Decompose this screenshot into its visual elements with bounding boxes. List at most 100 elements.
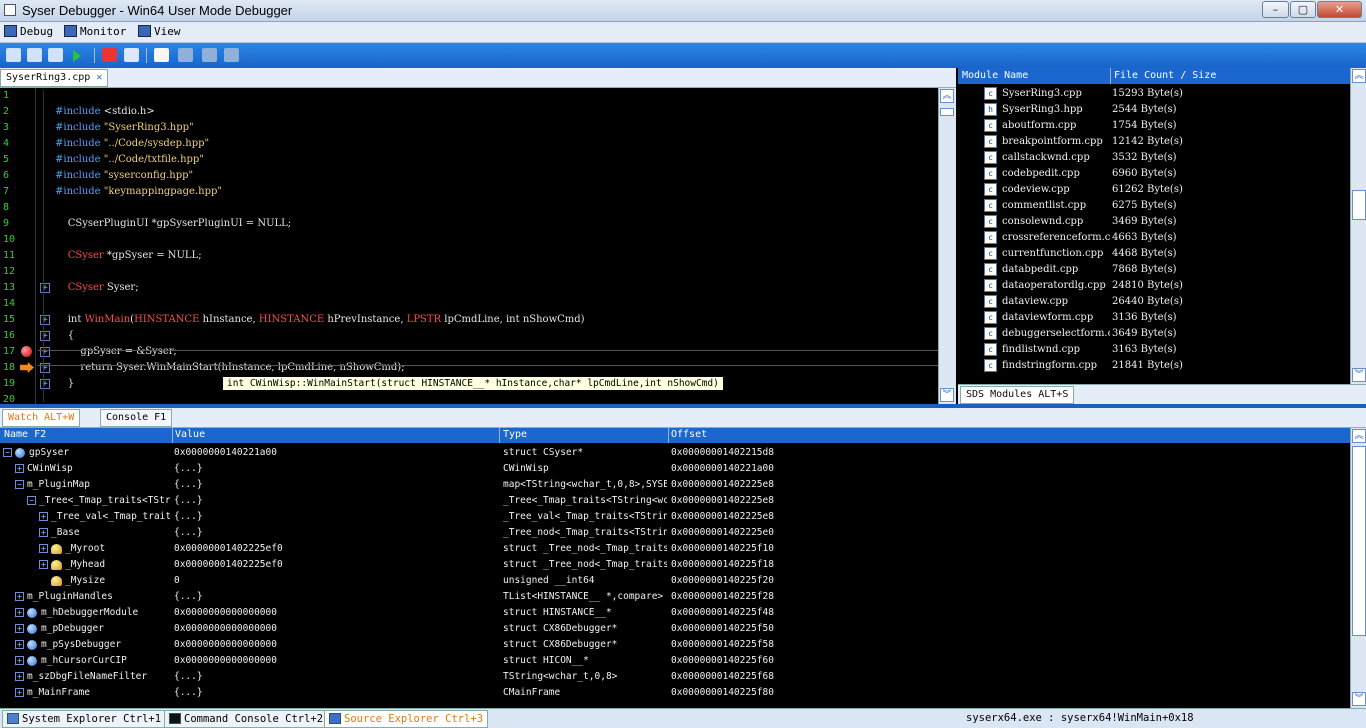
watch-row[interactable]: + m_hDebuggerModule 0x0000000000000000 stru… [0,605,1350,621]
watch-row[interactable]: + m_PluginHandles {...} TList<HINSTANCE__ *… [0,589,1350,605]
watch-row[interactable]: + CWinWisp {...} CWinWisp 0x0000000140221a00 [0,461,1350,477]
scroll-up-icon[interactable]: ︽ [1352,429,1366,443]
module-item-name[interactable]: dataoperatordlg.cpp [1002,278,1110,294]
expand-icon[interactable]: + [15,624,24,633]
source-editor[interactable]: 1 2 3 4 5 6 7 8 9 10 11 12 13 14 15 16 17 18 19 20 #include… [0,88,956,405]
menu-view[interactable]: View [138,25,181,38]
module-item-name[interactable]: currentfunction.cpp [1002,246,1110,262]
collapse-icon[interactable]: − [15,480,24,489]
watch-row[interactable]: + _Myhead 0x00000001402225ef0 struct _Tree_… [0,557,1350,573]
close-file-icon[interactable] [224,48,239,62]
watch-row[interactable]: + _Myroot 0x00000001402225ef0 struct _Tree_… [0,541,1350,557]
watch-row[interactable]: _Mysize 0 unsigned __int64 0x0000000140225f… [0,573,1350,589]
tab-syserring3-cpp[interactable]: SyserRing3.cpp ✕ [0,69,109,87]
expand-icon[interactable]: + [15,672,24,681]
scroll-down-icon[interactable]: ︾ [1352,692,1366,706]
fold-toggle-icon[interactable]: + [40,331,50,341]
expand-icon[interactable]: + [15,688,24,697]
watch-row[interactable]: −_Tree<_Tmap_traits<TString<wchar_t,0,8>… [0,493,1350,509]
module-item-name[interactable]: SyserRing3.hpp [1002,102,1110,118]
collapse-icon[interactable]: − [27,496,36,505]
tab-console[interactable]: Console F1 [100,409,173,427]
watch-row[interactable]: +_Tree_val<_Tmap_traits<TString>>{...}_T… [0,509,1350,525]
module-item-name[interactable]: codeview.cpp [1002,182,1110,198]
column-file-size[interactable]: File Count / Size [1114,70,1216,81]
watch-row[interactable]: + m_MainFrame {...} CMainFrame 0x00000001402… [0,685,1350,701]
column-type[interactable]: Type [503,429,527,440]
scroll-down-icon[interactable]: ︾ [940,388,954,402]
scroll-up-icon[interactable]: ︽ [940,89,954,103]
column-offset[interactable]: Offset [671,429,707,440]
scroll-thumb[interactable] [1352,446,1366,636]
module-item-name[interactable]: codebpedit.cpp [1002,166,1110,182]
module-item-name[interactable]: databpedit.cpp [1002,262,1110,278]
back-icon[interactable] [178,48,193,62]
module-item-name[interactable]: debuggerselectform.cpp [1002,326,1110,342]
expand-icon[interactable]: + [15,640,24,649]
close-tab-icon[interactable]: ✕ [96,72,102,83]
module-item-name[interactable]: aboutform.cpp [1002,118,1110,134]
scroll-thumb[interactable] [940,108,954,116]
step-over-icon[interactable] [27,48,42,62]
watch-row[interactable]: + m_szDbgFileNameFilter {...} TString<wchar… [0,669,1350,685]
expand-icon[interactable]: + [39,512,48,521]
column-module-name[interactable]: Module Name [962,70,1028,81]
module-item-name[interactable]: dataview.cpp [1002,294,1110,310]
column-value[interactable]: Value [175,429,205,440]
stop-icon[interactable] [102,48,117,62]
breakpoint-icon[interactable] [21,346,32,357]
watch-row[interactable]: + m_pDebugger 0x0000000000000000 struct CX8… [0,621,1350,637]
close-button[interactable]: ✕ [1317,1,1362,18]
module-item-name[interactable]: crossreferenceform.cpp [1002,230,1110,246]
menu-debug[interactable]: Debug [4,25,53,38]
column-name[interactable]: Name F2 [4,429,46,440]
watch-scrollbar[interactable]: ︽ ︾ [1350,428,1366,708]
menu-monitor[interactable]: Monitor [64,25,126,38]
scroll-thumb[interactable] [1352,190,1366,220]
minimize-button[interactable]: – [1262,1,1289,18]
expand-icon[interactable]: + [15,608,24,617]
module-item-name[interactable]: callstackwnd.cpp [1002,150,1110,166]
expand-icon[interactable]: + [15,464,24,473]
tab-sds-modules[interactable]: SDS Modules ALT+S [960,386,1075,404]
module-item-name[interactable]: SyserRing3.cpp [1002,86,1110,102]
expand-icon[interactable]: + [15,656,24,665]
fold-toggle-icon[interactable]: + [40,283,50,293]
editor-scrollbar[interactable]: ︽ ︾ [938,88,956,404]
fold-toggle-icon[interactable]: + [40,379,50,389]
fold-toggle-icon[interactable]: + [40,315,50,325]
modules-scrollbar[interactable]: ︽ ︾ [1350,68,1366,384]
expand-icon[interactable]: + [39,560,48,569]
code-token: hInstance, [199,314,259,325]
tab-command-console[interactable]: Command Console Ctrl+2 [164,710,329,728]
watch-row[interactable]: + m_pSysDebugger 0x0000000000000000 struct … [0,637,1350,653]
watch-row[interactable]: − gpSyser 0x0000000140221a00 struct CSyser*… [0,445,1350,461]
step-into-icon[interactable] [6,48,21,62]
module-item-name[interactable]: breakpointform.cpp [1002,134,1110,150]
new-file-icon[interactable] [154,48,169,62]
expand-icon[interactable]: + [39,544,48,553]
scroll-up-icon[interactable]: ︽ [1352,69,1366,83]
module-item-name[interactable]: findstringform.cpp [1002,358,1110,374]
step-out-icon[interactable] [48,48,63,62]
scroll-down-icon[interactable]: ︾ [1352,368,1366,382]
breakpoint-toggle-icon[interactable] [124,48,139,62]
watch-row[interactable]: + _Base {...} _Tree_nod<_Tmap_traits<TStrin… [0,525,1350,541]
tab-system-explorer[interactable]: System Explorer Ctrl+1 [2,710,167,728]
expand-icon[interactable]: + [15,592,24,601]
system-explorer-icon [7,713,19,724]
expand-icon[interactable]: + [39,528,48,537]
module-item-name[interactable]: dataviewform.cpp [1002,310,1110,326]
watch-row[interactable]: − m_PluginMap {...} map<TString<wchar_t,0,8… [0,477,1350,493]
run-icon[interactable] [73,50,81,62]
watch-row[interactable]: + m_hCursorCurCIP 0x0000000000000000 struct… [0,653,1350,669]
tab-source-explorer[interactable]: Source Explorer Ctrl+3 [324,710,489,728]
line-number: 3 [3,122,10,133]
forward-icon[interactable] [202,48,217,62]
tab-watch[interactable]: Watch ALT+W [2,409,81,427]
maximize-button[interactable]: ▢ [1290,1,1316,18]
module-item-name[interactable]: commentlist.cpp [1002,198,1110,214]
collapse-icon[interactable]: − [3,448,12,457]
module-item-name[interactable]: findlistwnd.cpp [1002,342,1110,358]
module-item-name[interactable]: consolewnd.cpp [1002,214,1110,230]
